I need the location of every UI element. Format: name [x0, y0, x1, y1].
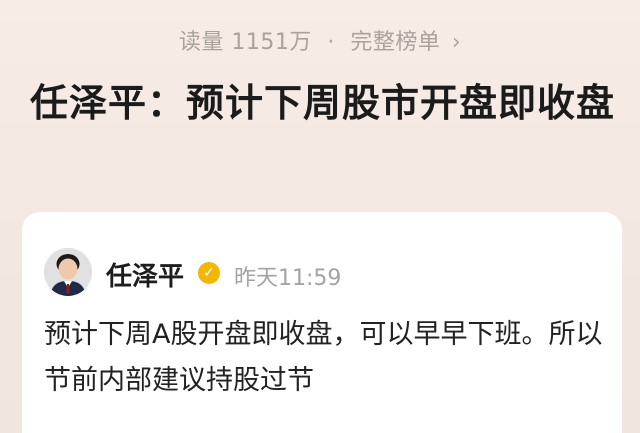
views-label: 读量 — [178, 30, 224, 55]
full-list-label: 完整榜单 — [350, 30, 441, 55]
post-content[interactable]: 预计下周A股开盘即收盘，可以早早下班。所以节前内部建议持股过节 — [44, 312, 604, 404]
verified-badge-icon: ✓ — [198, 262, 220, 284]
post-time: 昨天11:59 — [234, 266, 342, 291]
full-list-link[interactable]: 完整榜单 › — [350, 30, 461, 55]
hot-list-meta: 读量 1151万 · 完整榜单 › — [0, 24, 640, 56]
author-avatar[interactable] — [44, 248, 92, 296]
author-name[interactable]: 任泽平 — [106, 256, 184, 293]
topic-headline[interactable]: 任泽平：预计下周股市开盘即收盘 — [30, 72, 630, 134]
views-count: 1151万 — [231, 30, 312, 55]
chevron-right-icon: › — [451, 30, 462, 55]
post-card[interactable]: 任泽平 ✓ 昨天11:59 预计下周A股开盘即收盘，可以早早下班。所以节前内部建… — [22, 212, 622, 433]
meta-separator: · — [327, 30, 335, 55]
